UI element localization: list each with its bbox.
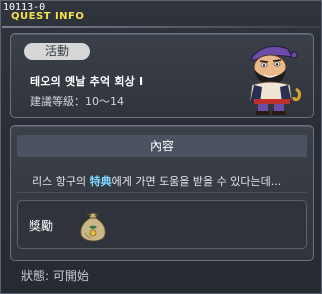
- title-divider: [2, 26, 320, 28]
- description-text: 리스 항구의: [32, 175, 90, 188]
- quest-content-panel: 內容 리스 항구의 特典에게 가면 도움을 받을 수 있다는데... 獎勵: [10, 125, 314, 261]
- recommended-level: 建議等級：10～14: [30, 95, 124, 108]
- quest-title: 테오의 옛날 추억 회상 I: [30, 75, 144, 88]
- money-bag-icon[interactable]: [75, 207, 111, 243]
- pirate-npc-icon: [249, 45, 302, 115]
- reward-box: 獎勵: [17, 200, 307, 249]
- reward-label: 獎勵: [29, 219, 54, 233]
- category-badge: 活動: [24, 43, 90, 60]
- description-divider: [17, 192, 307, 193]
- content-header: 內容: [17, 135, 307, 157]
- quest-status: 狀態: 可開始: [21, 269, 89, 283]
- window-title: QUEST INFO: [11, 11, 85, 22]
- quest-info-window: 10113-0 QUEST INFO 活動 테오의 옛날 추억 회상 I 建議等…: [0, 0, 322, 294]
- description-text-2: 에게 가면 도움을 받을 수 있다는데...: [111, 175, 282, 188]
- npc-name-highlight[interactable]: 特典: [90, 175, 112, 188]
- quest-description: 리스 항구의 特典에게 가면 도움을 받을 수 있다는데...: [32, 173, 281, 189]
- quest-summary-panel: 活動 테오의 옛날 추억 회상 I 建議等級：10～14: [10, 33, 314, 118]
